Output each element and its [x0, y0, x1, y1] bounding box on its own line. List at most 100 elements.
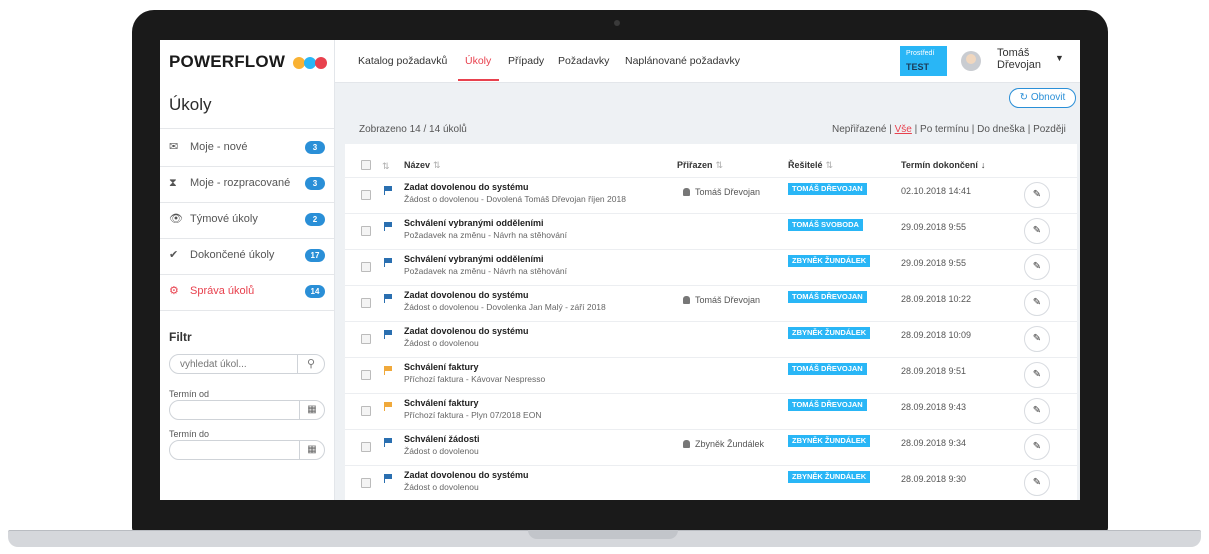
flag-icon: [384, 366, 392, 375]
column-header-deadline[interactable]: Termín dokončení ↓: [901, 160, 985, 170]
gears-icon: ⚙: [169, 285, 179, 297]
solver-tag: TOMÁŠ DŘEVOJAN: [788, 399, 867, 411]
flag-sort-icon[interactable]: ⇅: [382, 161, 390, 172]
task-title[interactable]: Zadat dovolenou do systému: [404, 326, 529, 336]
deadline-date: 28.09.2018 10:22: [901, 294, 972, 304]
row-checkbox[interactable]: [361, 298, 371, 308]
row-checkbox[interactable]: [361, 190, 371, 200]
solver-tag: ZBYNĚK ŽUNDÁLEK: [788, 435, 871, 447]
edit-button[interactable]: ✎: [1024, 182, 1050, 208]
divider: [160, 128, 334, 129]
check-icon: ✔: [169, 249, 179, 261]
task-title[interactable]: Schválení faktury: [404, 398, 479, 408]
sidebar-item-4[interactable]: ⚙ Správa úkolů 14: [160, 274, 334, 310]
row-checkbox[interactable]: [361, 406, 371, 416]
assignee-name: Tomáš Dřevojan: [695, 187, 761, 197]
count-badge: 17: [305, 249, 325, 262]
flag-icon: [384, 258, 392, 267]
edit-button[interactable]: ✎: [1024, 254, 1050, 280]
table-row[interactable]: Zadat dovolenou do systému Žádost o dovol…: [345, 285, 1077, 322]
row-checkbox[interactable]: [361, 370, 371, 380]
sidebar-item-label: Moje - nové: [190, 141, 248, 153]
refresh-button[interactable]: ↻ Obnovit: [1009, 88, 1076, 108]
logo[interactable]: POWERFLOW: [169, 52, 327, 72]
edit-button[interactable]: ✎: [1024, 290, 1050, 316]
user-last-name: Dřevojan: [997, 59, 1042, 71]
table-row[interactable]: Zadat dovolenou do systému Žádost o dovol…: [345, 177, 1077, 214]
calendar-icon[interactable]: ▦: [299, 441, 324, 459]
calendar-icon[interactable]: ▦: [299, 401, 324, 419]
task-title[interactable]: Schválení vybranými odděleními: [404, 218, 544, 228]
table-row[interactable]: Schválení vybranými odděleními Požadavek …: [345, 213, 1077, 250]
edit-button[interactable]: ✎: [1024, 326, 1050, 352]
table-row[interactable]: Schválení žádosti Žádost o dovolenou Zbyně…: [345, 429, 1077, 466]
flag-icon: [384, 474, 392, 483]
column-header-name[interactable]: Název ⇅: [404, 160, 441, 171]
search-field[interactable]: ⚲: [169, 354, 325, 374]
deadline-date: 28.09.2018 9:30: [901, 474, 967, 484]
task-title[interactable]: Schválení vybranými odděleními: [404, 254, 544, 264]
table-row[interactable]: Schválení faktury Příchozí faktura - Kávo…: [345, 357, 1077, 394]
task-title[interactable]: Zadat dovolenou do systému: [404, 182, 529, 192]
table-row[interactable]: Schválení vybranými odděleními Požadavek …: [345, 249, 1077, 286]
column-assignee-label: Přiřazen: [677, 160, 713, 170]
row-checkbox[interactable]: [361, 442, 371, 452]
sidebar-item-1[interactable]: ⧗ Moje - rozpracované 3: [160, 166, 334, 202]
tab-pripady[interactable]: Případy: [508, 55, 544, 67]
count-badge: 14: [305, 285, 325, 298]
avatar[interactable]: [961, 51, 981, 71]
user-menu[interactable]: Tomáš Dřevojan: [997, 47, 1052, 71]
tab-pozadavky[interactable]: Požadavky: [558, 55, 609, 67]
environment-label: Prostředí: [906, 50, 935, 57]
sidebar-item-3[interactable]: ✔ Dokončené úkoly 17: [160, 238, 334, 274]
column-header-assignee[interactable]: Přiřazen ⇅: [677, 160, 723, 171]
row-checkbox[interactable]: [361, 262, 371, 272]
task-title[interactable]: Zadat dovolenou do systému: [404, 470, 529, 480]
edit-button[interactable]: ✎: [1024, 470, 1050, 496]
edit-button[interactable]: ✎: [1024, 218, 1050, 244]
tasks-table: ⇅ Název ⇅ Přiřazen ⇅ Řešitelé ⇅ Termín doko…: [345, 144, 1077, 500]
filter-unassigned[interactable]: Nepřiřazené: [832, 124, 886, 135]
table-row[interactable]: Schválení faktury Příchozí faktura - Plyn…: [345, 393, 1077, 430]
select-all-checkbox[interactable]: [361, 160, 371, 170]
search-icon[interactable]: ⚲: [297, 355, 324, 373]
column-header-solvers[interactable]: Řešitelé ⇅: [788, 160, 833, 171]
table-row[interactable]: Zadat dovolenou do systému Žádost o dovol…: [345, 321, 1077, 358]
date-from-field[interactable]: ▦: [169, 400, 325, 420]
task-title[interactable]: Zadat dovolenou do systému: [404, 290, 529, 300]
search-input[interactable]: [178, 358, 302, 371]
filter-until-today[interactable]: Do dneška: [977, 124, 1025, 135]
task-subtitle: Příchozí faktura - Plyn 07/2018 EON: [404, 410, 542, 420]
edit-button[interactable]: ✎: [1024, 398, 1050, 424]
filter-all[interactable]: Vše: [895, 124, 912, 135]
sidebar-item-0[interactable]: ✉ Moje - nové 3: [160, 130, 334, 166]
pencil-icon: ✎: [1032, 369, 1042, 380]
filter-title: Filtr: [169, 330, 192, 344]
filter-later[interactable]: Později: [1033, 124, 1066, 135]
assignee: Zbyněk Žundálek: [683, 439, 764, 449]
task-title[interactable]: Schválení žádosti: [404, 434, 480, 444]
task-subtitle: Žádost o dovolenou: [404, 482, 479, 492]
solver-tag: ZBYNĚK ŽUNDÁLEK: [788, 255, 871, 267]
row-checkbox[interactable]: [361, 478, 371, 488]
task-title[interactable]: Schválení faktury: [404, 362, 479, 372]
deadline-date: 28.09.2018 10:09: [901, 330, 972, 340]
edit-button[interactable]: ✎: [1024, 434, 1050, 460]
filter-overdue[interactable]: Po termínu: [920, 124, 969, 135]
pencil-icon: ✎: [1032, 477, 1042, 488]
tab-katalog-pozadavku[interactable]: Katalog požadavků: [358, 55, 447, 67]
task-subtitle: Požadavek na změnu - Návrh na stěhování: [404, 266, 568, 276]
table-row[interactable]: Zadat dovolenou do systému Žádost o dovol…: [345, 465, 1077, 500]
deadline-date: 02.10.2018 14:41: [901, 186, 972, 196]
edit-button[interactable]: ✎: [1024, 362, 1050, 388]
column-deadline-label: Termín dokončení: [901, 160, 978, 170]
row-checkbox[interactable]: [361, 334, 371, 344]
date-to-field[interactable]: ▦: [169, 440, 325, 460]
pencil-icon: ✎: [1032, 225, 1042, 236]
environment-value: TEST: [906, 62, 930, 72]
caret-down-icon[interactable]: ▼: [1055, 53, 1064, 63]
tab-ukoly[interactable]: Úkoly: [465, 55, 491, 67]
sidebar-item-2[interactable]: 👁 Týmové úkoly 2: [160, 202, 334, 238]
row-checkbox[interactable]: [361, 226, 371, 236]
tab-naplanovane-pozadavky[interactable]: Naplánované požadavky: [625, 55, 740, 67]
